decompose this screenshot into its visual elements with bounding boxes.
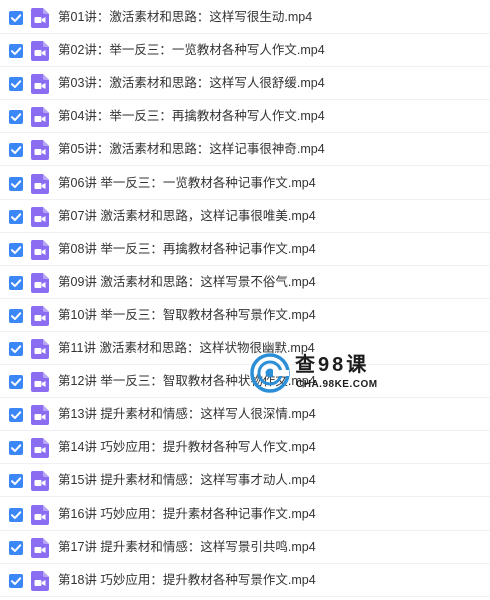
- checkmark-icon: [11, 378, 22, 387]
- file-name: 第06讲 举一反三：一览教材各种记事作文.mp4: [58, 175, 316, 190]
- checkmark-icon: [11, 543, 22, 552]
- file-name: 第10讲 举一反三：智取教材各种写景作文.mp4: [58, 307, 316, 322]
- file-list: 第01讲：激活素材和思路：这样写很生动.mp4 第02讲：举一反三：一览教材各种写…: [0, 0, 490, 600]
- file-row[interactable]: 第07讲 激活素材和思路，这样记事很唯美.mp4: [0, 200, 490, 233]
- checkmark-icon: [11, 444, 22, 453]
- cha98ke-logo-icon: [250, 353, 290, 393]
- file-row[interactable]: 第13讲 提升素材和情感：这样写人很深情.mp4: [0, 398, 490, 432]
- file-checkbox[interactable]: [9, 275, 23, 290]
- file-name: 第04讲：举一反三：再擒教材各种写人作文.mp4: [58, 109, 325, 124]
- watermark-url: CHA.98KE.COM: [296, 379, 378, 390]
- video-file-icon: [31, 206, 49, 227]
- video-file-icon: [31, 41, 49, 62]
- file-checkbox[interactable]: [9, 375, 23, 390]
- video-file-icon: [31, 8, 49, 28]
- file-checkbox[interactable]: [9, 176, 23, 191]
- video-file-icon: [31, 107, 49, 128]
- file-checkbox[interactable]: [9, 143, 23, 158]
- watermark: 查98课 CHA.98KE.COM: [250, 353, 385, 395]
- file-row[interactable]: 第12讲 举一反三：智取教材各种状物作文.mp4: [0, 365, 490, 399]
- checkmark-icon: [11, 179, 22, 188]
- checkmark-icon: [11, 146, 22, 155]
- checkmark-icon: [11, 212, 22, 221]
- file-checkbox[interactable]: [9, 573, 23, 588]
- file-row[interactable]: 第17讲 提升素材和情感：这样写景引共鸣.mp4: [0, 531, 490, 564]
- file-row[interactable]: 第03讲：激活素材和思路：这样写人很舒缓.mp4: [0, 67, 490, 101]
- video-file-icon: [31, 471, 49, 492]
- file-name: 第17讲 提升素材和情感：这样写景引共鸣.mp4: [58, 539, 316, 554]
- file-name: 第03讲：激活素材和思路：这样写人很舒缓.mp4: [58, 76, 325, 91]
- checkmark-icon: [11, 279, 22, 287]
- file-row[interactable]: 第08讲 举一反三：再擒教材各种记事作文.mp4: [0, 233, 490, 266]
- video-file-icon: [31, 272, 49, 293]
- file-name: 第18讲 巧妙应用：提升教材各种写景作文.mp4: [58, 572, 316, 587]
- file-row[interactable]: 第01讲：激活素材和思路：这样写很生动.mp4: [0, 1, 490, 34]
- checkmark-icon: [11, 477, 22, 486]
- file-checkbox[interactable]: [9, 540, 23, 555]
- file-name: 第07讲 激活素材和思路，这样记事很唯美.mp4: [58, 208, 316, 223]
- file-name: 第15讲 提升素材和情感：这样写事才动人.mp4: [58, 473, 316, 488]
- checkmark-icon: [11, 576, 22, 585]
- video-file-icon: [31, 504, 49, 525]
- file-checkbox[interactable]: [9, 308, 23, 323]
- file-name: 第02讲：举一反三：一览教材各种写人作文.mp4: [58, 43, 325, 58]
- file-checkbox[interactable]: [9, 44, 23, 59]
- checkmark-icon: [11, 510, 22, 519]
- video-file-icon: [31, 438, 49, 459]
- video-file-icon: [31, 405, 49, 426]
- checkmark-icon: [11, 245, 22, 254]
- file-row[interactable]: 第18讲 巧妙应用：提升教材各种写景作文.mp4: [0, 564, 490, 597]
- video-file-icon: [31, 537, 49, 558]
- file-row[interactable]: 第15讲 提升素材和情感：这样写事才动人.mp4: [0, 464, 490, 498]
- file-name: 第16讲 巧妙应用：提升素材各种记事作文.mp4: [58, 506, 316, 521]
- watermark-title: 查98课: [295, 354, 370, 376]
- file-row[interactable]: 第14讲 巧妙应用：提升教材各种写人作文.mp4: [0, 431, 490, 465]
- file-name: 第13讲 提升素材和情感：这样写人很深情.mp4: [58, 407, 316, 422]
- video-file-icon: [31, 239, 49, 260]
- video-file-icon: [31, 372, 49, 393]
- file-checkbox[interactable]: [9, 209, 23, 224]
- file-row[interactable]: 第10讲 举一反三：智取教材各种写景作文.mp4: [0, 299, 490, 332]
- checkmark-icon: [11, 113, 22, 122]
- file-checkbox[interactable]: [9, 110, 23, 125]
- checkmark-icon: [11, 312, 22, 320]
- checkmark-icon: [11, 47, 22, 56]
- file-checkbox[interactable]: [9, 11, 23, 25]
- file-name: 第09讲 激活素材和思路：这样写景不俗气.mp4: [58, 274, 316, 289]
- file-name: 第14讲 巧妙应用：提升教材各种写人作文.mp4: [58, 440, 316, 455]
- file-checkbox[interactable]: [9, 474, 23, 489]
- file-checkbox[interactable]: [9, 342, 23, 356]
- file-checkbox[interactable]: [9, 441, 23, 456]
- file-name: 第01讲：激活素材和思路：这样写很生动.mp4: [58, 10, 313, 24]
- file-row[interactable]: 第06讲 举一反三：一览教材各种记事作文.mp4: [0, 167, 490, 200]
- file-row[interactable]: 第04讲：举一反三：再擒教材各种写人作文.mp4: [0, 100, 490, 134]
- checkmark-icon: [11, 14, 22, 22]
- checkmark-icon: [11, 345, 22, 353]
- video-file-icon: [31, 173, 49, 194]
- file-row[interactable]: 第11讲 激活素材和思路：这样状物很幽默.mp4: [0, 332, 490, 365]
- file-row[interactable]: 第16讲 巧妙应用：提升素材各种记事作文.mp4: [0, 498, 490, 531]
- video-file-icon: [31, 570, 49, 591]
- video-file-icon: [31, 140, 49, 161]
- file-name: 第05讲：激活素材和思路：这样记事很神奇.mp4: [58, 142, 325, 157]
- video-file-icon: [31, 305, 49, 326]
- file-row[interactable]: 第09讲 激活素材和思路：这样写景不俗气.mp4: [0, 266, 490, 299]
- video-file-icon: [31, 74, 49, 95]
- video-file-icon: [31, 339, 49, 359]
- checkmark-icon: [11, 411, 22, 420]
- checkmark-icon: [11, 80, 22, 89]
- file-checkbox[interactable]: [9, 242, 23, 257]
- file-checkbox[interactable]: [9, 77, 23, 92]
- file-checkbox[interactable]: [9, 408, 23, 423]
- file-row[interactable]: 第05讲：激活素材和思路：这样记事很神奇.mp4: [0, 133, 490, 167]
- file-checkbox[interactable]: [9, 507, 23, 522]
- file-row[interactable]: 第02讲：举一反三：一览教材各种写人作文.mp4: [0, 34, 490, 68]
- file-name: 第08讲 举一反三：再擒教材各种记事作文.mp4: [58, 241, 316, 256]
